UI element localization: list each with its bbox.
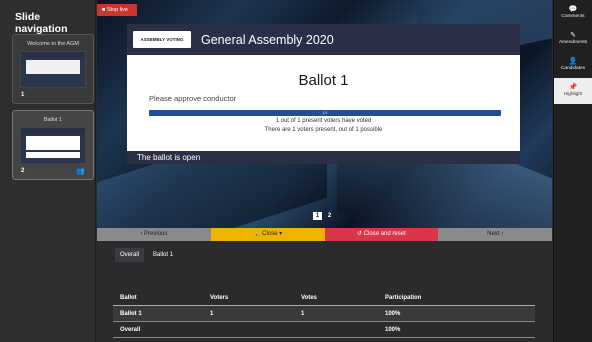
slide-thumbnail-1[interactable]: Welcome to the AGM 1 — [12, 34, 94, 104]
previous-button[interactable]: ‹ Previous — [97, 228, 211, 241]
control-bar: ‹ Previous 🔒 Close ▾ ↺ Close and reset N… — [97, 228, 552, 241]
table-cell: 1 — [210, 310, 214, 317]
slide-number: 2 — [21, 168, 25, 174]
table-row: Overall 100% — [113, 322, 535, 338]
card-header: ASSEMBLY VOTING General Assembly 2020 — [127, 24, 520, 55]
results-table: Ballot Voters Votes Participation Ballot… — [113, 290, 535, 338]
table-cell: 1 — [301, 310, 305, 317]
slide-number: 1 — [21, 92, 25, 98]
column-header: Ballot — [120, 294, 137, 301]
voting-progress-bar: 1/1 — [149, 110, 501, 116]
column-header: Voters — [210, 294, 229, 301]
stop-live-button[interactable]: ■ Stop live — [97, 4, 137, 16]
highlight-label: Highlight — [563, 92, 583, 97]
column-header: Votes — [301, 294, 317, 301]
close-dropdown-button[interactable]: 🔒 Close ▾ — [210, 228, 325, 241]
ballot-status-bar: The ballot is open — [127, 151, 520, 164]
comment-icon: 💬 — [568, 6, 578, 13]
assembly-voting-logo: ASSEMBLY VOTING — [133, 31, 191, 48]
table-cell: 100% — [385, 326, 401, 333]
table-cell: 100% — [385, 310, 401, 317]
table-cell: Ballot 1 — [120, 310, 142, 317]
candidates-button[interactable]: 👤 Candidates — [554, 52, 592, 78]
slide-preview — [20, 127, 86, 164]
present-count-text: There are 1 voters present, out of 1 pos… — [264, 127, 383, 133]
ballot-question: Please approve conductor — [149, 94, 237, 103]
right-sidebar: 💬 Comments ✎ Amendments 👤 Candidates 📌 H… — [553, 0, 592, 342]
slide-thumbnail-title: Ballot 1 — [43, 117, 63, 123]
close-and-reset-button[interactable]: ↺ Close and reset — [324, 228, 439, 241]
slide-navigation-sidebar: Slide navigation Welcome to the AGM 1 Ba… — [0, 0, 96, 342]
person-icon: 👤 — [568, 58, 578, 65]
highlight-button[interactable]: 📌 Highlight — [554, 78, 592, 104]
tab-ballot-1[interactable]: Ballot 1 — [148, 248, 178, 262]
table-header-row: Ballot Voters Votes Participation — [113, 290, 535, 306]
people-icon: 👥 — [76, 168, 85, 175]
amendments-button[interactable]: ✎ Amendments — [554, 26, 592, 52]
ballot-title: Ballot 1 — [298, 72, 349, 89]
slide-thumbnail-2[interactable]: Ballot 1 2 👥 — [12, 110, 94, 180]
page-1-button[interactable]: 1 — [313, 212, 322, 220]
amendments-label: Amendments — [558, 40, 588, 45]
sidebar-title: Slide navigation — [15, 11, 68, 35]
ballot-card: ASSEMBLY VOTING General Assembly 2020 Ba… — [127, 24, 520, 164]
card-body: Ballot 1 Please approve conductor 1/1 1 … — [127, 55, 520, 151]
column-header: Participation — [385, 294, 422, 301]
app-root: Slide navigation Welcome to the AGM 1 Ba… — [0, 0, 592, 342]
page-2-button[interactable]: 2 — [325, 212, 334, 220]
table-row: Ballot 1 1 1 100% — [113, 306, 535, 322]
pin-icon: 📌 — [568, 84, 578, 91]
stop-live-label: Stop live — [106, 7, 128, 13]
card-header-title: General Assembly 2020 — [201, 32, 334, 47]
slide-pager: 1 2 — [313, 212, 334, 220]
table-cell: Overall — [120, 326, 141, 333]
next-button[interactable]: Next › — [438, 228, 552, 241]
comments-button[interactable]: 💬 Comments — [554, 0, 592, 26]
slide-thumbnail-title: Welcome to the AGM — [27, 41, 79, 47]
amendments-icon: ✎ — [570, 32, 576, 39]
slide-preview — [20, 51, 86, 88]
voted-count-text: 1 out of 1 present voters have voted — [275, 118, 372, 124]
results-tabs: Overall Ballot 1 — [115, 248, 178, 262]
tab-overall[interactable]: Overall — [115, 248, 145, 262]
candidates-label: Candidates — [560, 66, 586, 71]
comments-label: Comments — [561, 14, 585, 19]
